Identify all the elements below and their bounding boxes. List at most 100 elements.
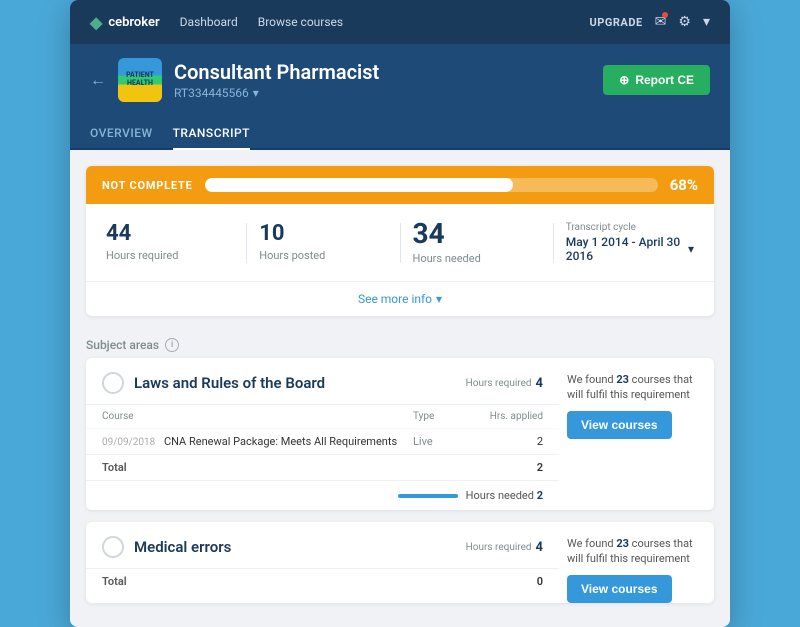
page-header: ← PATIENTHEALTH Consultant Pharmacist RT… [70,44,730,116]
total-row-2: Total 0 [86,568,559,594]
hours-needed-row: Hours needed 2 [86,480,559,510]
nav-chevron-icon[interactable]: ▾ [703,14,710,30]
cycle-label: Transcript cycle [566,222,694,233]
gear-icon[interactable]: ⚙ [678,14,691,30]
license-id-text: RT334445566 [174,86,249,100]
upgrade-button[interactable]: UPGRADE [590,16,643,29]
row-date: 09/09/2018 [102,437,155,448]
total-label: Total [102,461,537,474]
hours-needed-value: 34 [413,220,541,248]
found-text1: We found [567,373,616,386]
progress-status-label: NOT COMPLETE [102,179,193,192]
col-hrs: Hrs. applied [483,411,543,422]
subject-card-medical: Medical errors Hours required 4 Total 0 [86,522,714,603]
row-course: 09/09/2018 CNA Renewal Package: Meets Al… [102,435,413,448]
progress-bar-container: NOT COMPLETE 68% [86,166,714,204]
view-courses-button-2[interactable]: View courses [567,575,672,603]
hours-needed-label: Hours needed [413,252,541,265]
found-courses-text: We found 23 courses that will fulfil thi… [567,372,698,403]
subject-card-left: Laws and Rules of the Board [102,372,325,394]
hours-needed-text: Hours needed 2 [466,489,543,502]
col-type: Type [413,411,483,422]
cycle-chevron-icon[interactable]: ▾ [688,242,694,256]
card-side: We found 23 courses that will fulfil thi… [559,358,714,510]
progress-fill [205,178,513,192]
found-num-2: 23 [616,537,629,550]
cycle-value-text: May 1 2014 - April 30 2016 [566,235,684,263]
nav-left: ◆ cebroker Dashboard Browse courses [90,13,343,32]
see-more-icon: ▾ [436,292,442,306]
tab-transcript[interactable]: TRANSCRIPT [173,116,250,150]
navigation-bar: ◆ cebroker Dashboard Browse courses UPGR… [70,0,730,44]
row-course-name: CNA Renewal Package: Meets All Requireme… [164,435,397,448]
col-course: Course [102,411,413,422]
total-val-2: 0 [537,575,543,588]
nav-browse-courses[interactable]: Browse courses [258,15,343,29]
header-left: ← PATIENTHEALTH Consultant Pharmacist RT… [90,58,379,102]
mail-icon[interactable]: ✉ [655,14,667,30]
total-val: 2 [537,461,543,474]
cycle-info: Transcript cycle May 1 2014 - April 30 2… [566,222,694,263]
back-button[interactable]: ← [90,70,106,90]
view-courses-button[interactable]: View courses [567,411,672,439]
progress-percentage: 68% [670,176,698,194]
subject-card-left-2: Medical errors [102,536,231,558]
found-text1-2: We found [567,537,616,550]
license-dropdown-icon[interactable]: ▾ [253,86,259,100]
nav-dashboard[interactable]: Dashboard [180,15,238,29]
stat-divider-2 [400,223,401,263]
total-label-2: Total [102,575,537,588]
license-logo: PATIENTHEALTH [118,58,162,102]
see-more-label: See more info [358,292,432,306]
subject-areas-label: Subject areas [86,338,159,352]
hours-required-label: Hours required [466,378,532,389]
tab-overview[interactable]: OVERVIEW [90,116,153,150]
logo-label: PATIENTHEALTH [126,72,154,87]
license-id: RT334445566 ▾ [174,86,379,100]
stat-hours-posted: 10 Hours posted [259,223,387,262]
hours-posted-label: Hours posted [259,249,387,262]
logo-text: cebroker [108,15,159,30]
hours-required-label: Hours required [106,249,234,262]
stats-row: 44 Hours required 10 Hours posted 34 Hou… [86,204,714,281]
hours-needed-bar [398,494,458,498]
table-header: Course Type Hrs. applied [86,404,559,428]
logo-icon: ◆ [90,13,102,32]
header-info: Consultant Pharmacist RT334445566 ▾ [174,60,379,100]
found-num: 23 [616,373,629,386]
report-ce-button[interactable]: ⊕ Report CE [603,65,710,95]
found-courses-text-2: We found 23 courses that will fulfil thi… [567,536,698,567]
subject-name-2: Medical errors [134,538,231,556]
hours-needed-static: Hours needed [466,489,534,502]
row-type: Live [413,435,483,448]
stat-divider-3 [553,223,554,263]
report-icon: ⊕ [619,73,629,87]
report-btn-label: Report CE [635,73,694,87]
subject-card-header-2: Medical errors Hours required 4 [86,522,559,568]
hours-needed-val: 2 [537,489,543,502]
notification-dot [662,12,668,18]
card-side-2: We found 23 courses that will fulfil thi… [559,522,714,603]
subject-circle-2 [102,536,124,558]
nav-right: UPGRADE ✉ ⚙ ▾ [590,14,710,30]
page-title: Consultant Pharmacist [174,60,379,84]
subject-name: Laws and Rules of the Board [134,374,325,392]
hours-required-label-2: Hours required [466,542,532,553]
progress-track [205,178,658,192]
progress-section: NOT COMPLETE 68% 44 Hours required 10 Ho… [86,166,714,316]
subject-card-laws: Laws and Rules of the Board Hours requir… [86,358,714,510]
subject-info-icon[interactable]: i [165,338,179,352]
see-more-button[interactable]: See more info ▾ [86,281,714,316]
cycle-value: May 1 2014 - April 30 2016 ▾ [566,235,694,263]
hours-required-val: 4 [536,376,543,391]
subject-circle [102,372,124,394]
stat-hours-required: 44 Hours required [106,223,234,262]
hours-required-value: 44 [106,223,234,245]
logo[interactable]: ◆ cebroker [90,13,160,32]
stat-hours-needed: 34 Hours needed [413,220,541,265]
subject-card-header: Laws and Rules of the Board Hours requir… [86,358,559,404]
hours-required-val-2: 4 [536,540,543,555]
total-row: Total 2 [86,454,559,480]
tab-bar: OVERVIEW TRANSCRIPT [70,116,730,150]
stat-divider-1 [246,223,247,263]
